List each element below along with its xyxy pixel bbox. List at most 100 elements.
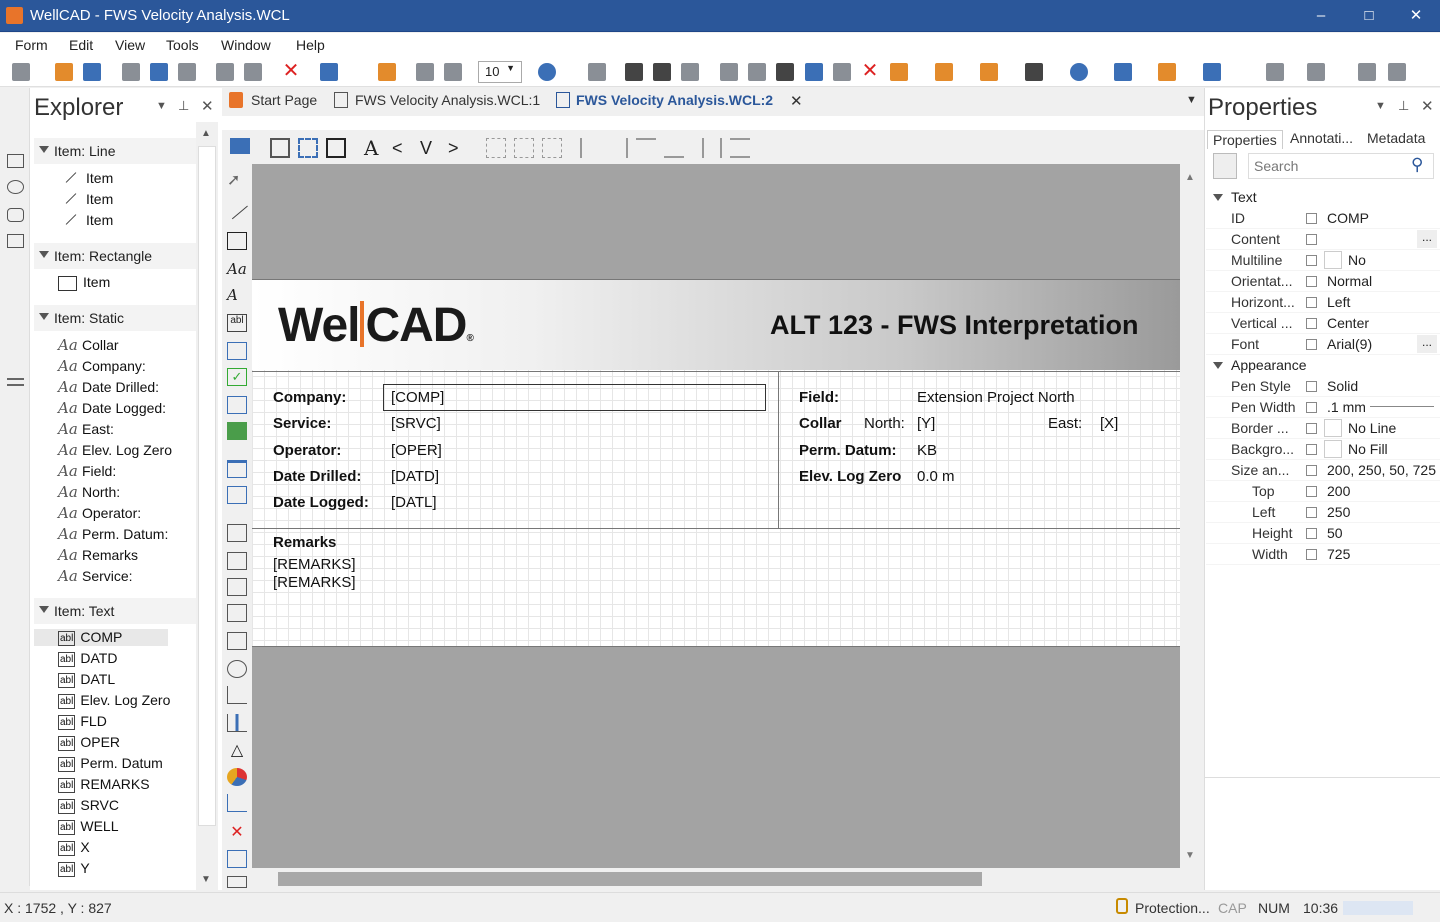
list-item[interactable]: Aa North: bbox=[58, 483, 120, 501]
content-edit-button[interactable]: ... bbox=[1417, 230, 1437, 248]
edit-icon[interactable] bbox=[1306, 318, 1317, 329]
scroll-up-icon[interactable]: ▲ bbox=[1185, 172, 1195, 183]
property-value[interactable]: Center bbox=[1327, 315, 1369, 331]
list-item[interactable]: abl FLD bbox=[58, 713, 107, 730]
rectangle-tool-icon[interactable] bbox=[7, 154, 24, 168]
edit-mode-icon[interactable] bbox=[230, 138, 250, 154]
edit-icon[interactable] bbox=[1306, 381, 1317, 392]
canvas-vscrollbar[interactable]: ▲ ▼ bbox=[1180, 164, 1202, 868]
list-item[interactable]: abl DATL bbox=[58, 671, 115, 688]
link-text-tool-icon[interactable]: A bbox=[227, 286, 247, 304]
date-logged-field[interactable]: [DATL] bbox=[391, 494, 437, 511]
tab-annotations[interactable]: Annotati... bbox=[1290, 130, 1353, 146]
grid-tool-icon[interactable] bbox=[227, 486, 247, 504]
crossplot-tool-icon[interactable] bbox=[227, 686, 247, 704]
edit-icon[interactable] bbox=[1306, 423, 1317, 434]
hscroll-thumb[interactable] bbox=[278, 872, 982, 886]
edit-icon[interactable] bbox=[1306, 255, 1317, 266]
copy-icon[interactable] bbox=[150, 63, 168, 81]
property-row[interactable]: Width 725 bbox=[1206, 544, 1440, 565]
list-item[interactable]: Aa Remarks bbox=[58, 546, 138, 564]
line-tool-icon[interactable] bbox=[226, 198, 248, 220]
table-tool-icon[interactable] bbox=[227, 460, 247, 478]
align-center-icon[interactable] bbox=[542, 138, 562, 158]
tab-doc2[interactable]: FWS Velocity Analysis.WCL:2 bbox=[576, 92, 773, 108]
align-bottom-icon[interactable] bbox=[664, 138, 684, 158]
arrow-left-icon[interactable]: < bbox=[392, 138, 412, 158]
wellcad-logo[interactable]: Wel CAD® bbox=[278, 298, 474, 353]
app-icon[interactable] bbox=[6, 7, 23, 24]
property-value[interactable]: .1 mm bbox=[1327, 399, 1366, 415]
save-icon[interactable] bbox=[83, 63, 101, 81]
property-value[interactable]: No bbox=[1348, 252, 1366, 268]
form-icon[interactable] bbox=[720, 63, 738, 81]
list-item[interactable]: abl REMARKS bbox=[58, 776, 150, 793]
list-item[interactable]: Aa Collar bbox=[58, 336, 119, 354]
property-value[interactable]: 725 bbox=[1327, 546, 1350, 562]
scroll-up-icon[interactable]: ▲ bbox=[201, 128, 211, 139]
arrow-down-icon[interactable]: V bbox=[420, 138, 440, 158]
text-field-tool-icon[interactable]: abl bbox=[227, 314, 247, 332]
polar-tool-icon[interactable]: ✕ bbox=[227, 822, 247, 841]
crossplot-icon[interactable]: ✕ bbox=[861, 61, 879, 81]
list-item[interactable]: abl WELL bbox=[58, 818, 118, 835]
menu-help[interactable]: Help bbox=[296, 37, 325, 53]
edit-icon[interactable] bbox=[1306, 234, 1317, 245]
operator-field[interactable]: [OPER] bbox=[391, 442, 442, 459]
line-chart-tool-icon[interactable] bbox=[227, 794, 247, 812]
list-item[interactable]: Aa Perm. Datum: bbox=[58, 525, 168, 543]
delete-icon[interactable]: ✕ bbox=[282, 61, 300, 81]
edit-icon[interactable] bbox=[1306, 213, 1317, 224]
menu-tools[interactable]: Tools bbox=[166, 37, 199, 53]
print-icon[interactable] bbox=[416, 63, 434, 81]
tool-icon[interactable] bbox=[833, 63, 851, 81]
property-value[interactable]: Solid bbox=[1327, 378, 1358, 394]
table-icon[interactable] bbox=[1266, 63, 1284, 81]
property-value[interactable]: 50 bbox=[1327, 525, 1343, 541]
property-row[interactable]: ID COMP bbox=[1206, 208, 1440, 229]
edit-icon[interactable] bbox=[1306, 444, 1317, 455]
category-text[interactable]: Text bbox=[1213, 189, 1257, 205]
property-row[interactable]: Vertical ... Center bbox=[1206, 313, 1440, 334]
list-item[interactable]: Aa Service: bbox=[58, 567, 133, 585]
ellipse-tool-icon[interactable] bbox=[7, 180, 24, 194]
date-tool-icon[interactable] bbox=[227, 396, 247, 414]
edit-icon[interactable] bbox=[1306, 297, 1317, 308]
list-item[interactable]: Item bbox=[58, 212, 113, 228]
menu-view[interactable]: View bbox=[115, 37, 145, 53]
property-row[interactable]: Backgro... No Fill bbox=[1206, 439, 1440, 460]
columns-icon[interactable] bbox=[1358, 63, 1376, 81]
property-row[interactable]: Content bbox=[1206, 229, 1440, 250]
find-icon[interactable] bbox=[320, 63, 338, 81]
wave-icon[interactable] bbox=[1114, 63, 1132, 81]
pin-icon[interactable]: ⊥ bbox=[1398, 98, 1409, 114]
edit-icon[interactable] bbox=[1306, 486, 1317, 497]
edit-icon[interactable] bbox=[1306, 507, 1317, 518]
list-view-icon[interactable] bbox=[1213, 153, 1237, 179]
align-top-icon[interactable] bbox=[486, 138, 506, 158]
formula-tool-icon[interactable] bbox=[227, 578, 247, 596]
property-value[interactable]: COMP bbox=[1327, 210, 1369, 226]
search-icon[interactable]: ⚲ bbox=[1411, 155, 1423, 175]
print-preview-icon[interactable] bbox=[444, 63, 462, 81]
core-icon[interactable] bbox=[1025, 63, 1043, 81]
list-item[interactable]: Item bbox=[58, 191, 113, 207]
property-row[interactable]: Multiline No bbox=[1206, 250, 1440, 271]
same-height-icon[interactable] bbox=[730, 138, 750, 158]
list-item[interactable]: Aa East: bbox=[58, 420, 114, 438]
property-row[interactable]: Border ... No Line bbox=[1206, 418, 1440, 439]
palette-tool-icon[interactable] bbox=[227, 660, 247, 678]
list-item[interactable]: Aa Company: bbox=[58, 357, 146, 375]
list-item[interactable]: Aa Elev. Log Zero bbox=[58, 441, 172, 459]
frame-tool-icon[interactable] bbox=[7, 234, 24, 248]
list-item[interactable]: abl Y bbox=[58, 860, 90, 877]
field-value[interactable]: Extension Project North bbox=[917, 389, 1075, 406]
form-title[interactable]: ALT 123 - FWS Interpretation bbox=[770, 310, 1139, 341]
stack-tool-icon[interactable] bbox=[227, 604, 247, 622]
chevron-down-icon[interactable]: ▼ bbox=[156, 100, 167, 112]
list-item[interactable]: Aa Date Drilled: bbox=[58, 378, 159, 396]
protection-status[interactable]: Protection... bbox=[1135, 900, 1210, 916]
property-row[interactable]: Height 50 bbox=[1206, 523, 1440, 544]
undo-icon[interactable] bbox=[216, 63, 234, 81]
property-search-input[interactable]: Search bbox=[1248, 153, 1434, 179]
